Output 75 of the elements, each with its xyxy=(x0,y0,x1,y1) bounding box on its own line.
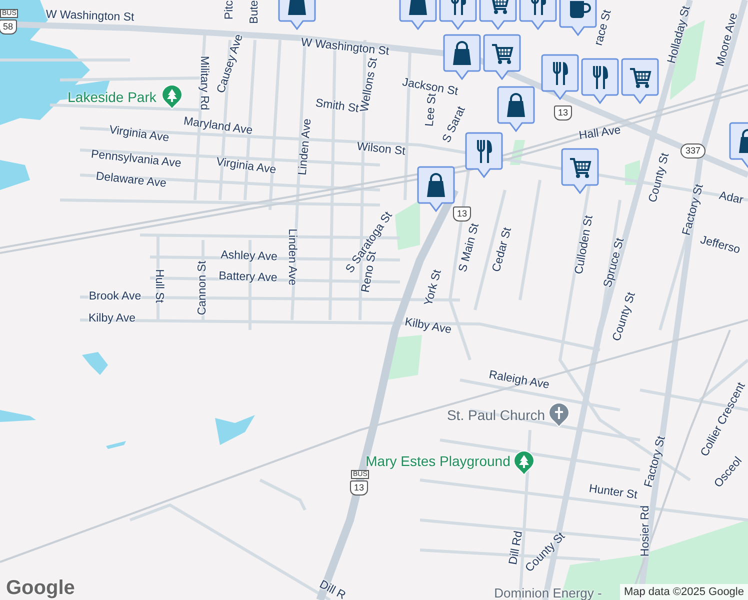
street-label: Linden Ave xyxy=(285,228,297,286)
street-label: Cannon St xyxy=(197,260,209,316)
street-label: Hall Ave xyxy=(578,125,622,143)
cross-icon xyxy=(549,403,569,427)
map-pin-shopping-bag-icon[interactable] xyxy=(497,86,535,132)
route-shield: 58 xyxy=(0,20,17,34)
street-label: W Washington St xyxy=(46,10,134,24)
pond-shape xyxy=(0,160,30,190)
street-label: S Sarat xyxy=(442,105,468,145)
street-label: Virginia Ave xyxy=(108,125,170,145)
street-label: Linden Ave xyxy=(298,118,314,176)
map-pin-shopping-cart-icon[interactable] xyxy=(621,58,659,104)
map-pin-fork-knife-icon[interactable] xyxy=(465,132,503,178)
street-label: Factory St xyxy=(644,435,668,489)
street-label: Spruce St xyxy=(602,237,628,289)
street-label: Hunter St xyxy=(588,484,638,502)
street-label: Maryland Ave xyxy=(182,116,254,138)
route-shield: 337 xyxy=(680,144,706,158)
map-pin-shopping-bag-icon[interactable] xyxy=(443,34,481,80)
place-label: St. Paul Church xyxy=(446,408,546,422)
map-pin-shopping-bag-icon[interactable] xyxy=(417,166,455,212)
street-label: Adar xyxy=(718,190,744,208)
street-label: Cedar St xyxy=(492,226,514,274)
street-label: Raleigh Ave xyxy=(488,370,550,392)
street-label: Culloden St xyxy=(574,214,596,276)
map-pin-shopping-cart-icon[interactable] xyxy=(561,148,599,194)
park-area xyxy=(395,200,420,250)
street-label: S Main St xyxy=(458,222,482,274)
street-label: Pennsylvania Ave xyxy=(90,150,182,170)
street-label: Brook Ave xyxy=(88,291,142,303)
map-pin-fork-knife-icon[interactable] xyxy=(541,54,579,100)
street-label: Smith St xyxy=(314,98,360,116)
map-logo: Google xyxy=(6,578,75,598)
map-pin-shopping-cart-icon[interactable] xyxy=(483,34,521,80)
park-label: Mary Estes Playground xyxy=(366,454,510,468)
park-area xyxy=(386,335,422,380)
park-area xyxy=(510,140,525,165)
street-label: County St xyxy=(648,152,672,204)
street-label: Hosier Rd xyxy=(640,505,652,557)
street-label: Virginia Ave xyxy=(215,157,277,177)
street-label: County St xyxy=(612,291,638,343)
street-label: Kilby Ave xyxy=(404,317,452,337)
pond-shape xyxy=(82,352,108,375)
street-label: Military Rd xyxy=(197,56,209,110)
street-label: Wilson St xyxy=(356,142,406,158)
street-label: Bute xyxy=(249,0,261,24)
street-label: Kilby Ave xyxy=(88,313,136,325)
street-label: Battery Ave xyxy=(218,271,278,285)
street-label: Factory St xyxy=(682,183,706,237)
map-attribution: Map data ©2025 Google xyxy=(620,584,748,600)
pond-shape xyxy=(106,441,126,449)
street-label: York St xyxy=(424,268,444,308)
street-label: Wellons St xyxy=(360,57,380,113)
street-label: race St xyxy=(594,8,614,48)
place-label: Dominion Energy - xyxy=(494,586,602,600)
street-label: Lee St xyxy=(424,92,440,128)
route-shield: 13 xyxy=(350,480,368,496)
route-shield: 13 xyxy=(554,106,572,120)
tree-icon xyxy=(162,85,182,109)
park-label: Lakeside Park xyxy=(68,90,156,104)
map-pin-coffee-cup-icon[interactable] xyxy=(559,0,597,36)
route-shield: 13 xyxy=(453,206,471,222)
map-pin-fork-knife-icon[interactable] xyxy=(581,58,619,104)
street-label: Jefferso xyxy=(698,235,742,257)
street-label: Pitc xyxy=(224,0,236,20)
tree-icon xyxy=(514,451,534,475)
street-label: Moore Ave xyxy=(715,12,741,68)
street-label: Hull St xyxy=(152,269,164,303)
street-label: Ashley Ave xyxy=(220,250,278,264)
street-label: Dill R xyxy=(317,579,347,600)
street-label: Delaware Ave xyxy=(95,172,167,190)
street-label: W Washington St xyxy=(300,38,390,58)
street-label: Dill Rd xyxy=(508,530,526,566)
pond-shape xyxy=(0,410,36,422)
pond-shape xyxy=(215,415,255,445)
